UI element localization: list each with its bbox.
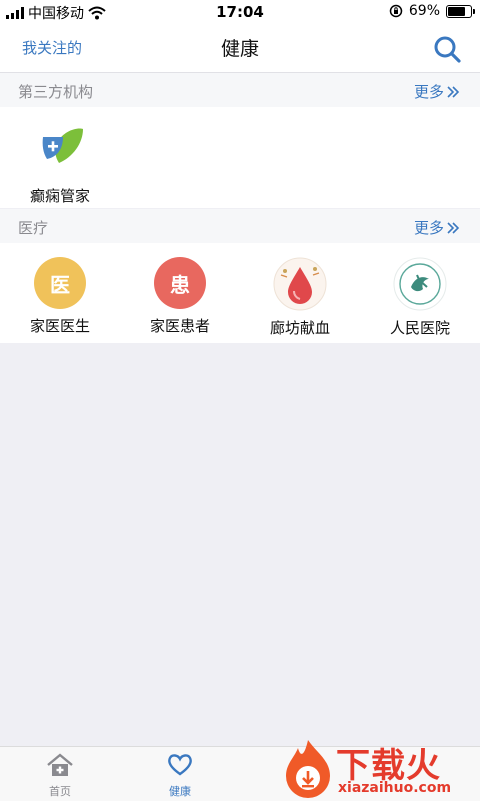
home-icon [47, 753, 73, 776]
battery-fill [448, 6, 465, 16]
medical-panel: 医 家医医生 患 家医患者 廊坊献血 人民医院 [0, 243, 480, 343]
search-icon[interactable] [432, 34, 462, 64]
watermark-logo: 下载火 xiazaihuo.com [280, 736, 480, 800]
double-chevron-right-icon [447, 221, 460, 234]
tile-label: 癫痫管家 [29, 187, 90, 205]
tile-peoples-hospital[interactable]: 人民医院 [360, 257, 480, 338]
more-label: 更多 [413, 83, 444, 101]
tab-health[interactable]: 健康 [140, 753, 220, 799]
section-header-medical: 医疗 更多 [0, 209, 480, 243]
tab-home[interactable]: 首页 [20, 753, 100, 799]
blood-drop-icon [273, 257, 327, 311]
tile-langfang-blood[interactable]: 廊坊献血 [240, 257, 360, 338]
battery-percent: 69% [408, 3, 440, 19]
tab-label: 健康 [169, 785, 191, 798]
double-chevron-right-icon [447, 85, 460, 98]
tile-family-patient[interactable]: 患 家医患者 [120, 257, 240, 336]
orientation-lock-icon [389, 4, 403, 18]
more-link[interactable]: 更多 [414, 217, 460, 238]
tab-label: 首页 [49, 785, 71, 798]
tile-label: 家医患者 [149, 317, 210, 335]
patient-icon: 患 [154, 257, 206, 309]
tile-family-doctor[interactable]: 医 家医医生 [0, 257, 120, 336]
status-right: 69% [389, 3, 475, 19]
tile-label: 人民医院 [389, 319, 450, 337]
status-bar: 中国移动 17:04 69% [0, 0, 480, 24]
heart-icon [168, 754, 192, 776]
leaf-plus-icon [33, 125, 87, 179]
more-label: 更多 [413, 219, 444, 237]
tile-label: 家医医生 [29, 317, 90, 335]
hospital-logo-icon [393, 257, 447, 311]
third-party-panel: 癫痫管家 [0, 107, 480, 208]
battery-icon [446, 4, 475, 18]
more-link[interactable]: 更多 [414, 81, 460, 102]
doctor-icon: 医 [34, 257, 86, 309]
tile-epilepsy-manager[interactable]: 癫痫管家 [0, 125, 120, 206]
section-title: 医疗 [18, 219, 49, 237]
page-title: 健康 [220, 38, 259, 60]
flame-icon [286, 740, 330, 798]
section-header-third-party: 第三方机构 更多 [0, 73, 480, 107]
section-title: 第三方机构 [18, 83, 94, 101]
tile-label: 廊坊献血 [269, 319, 330, 337]
watermark-url: xiazaihuo.com [338, 780, 452, 796]
navigation-bar: 我关注的 健康 [0, 24, 480, 73]
